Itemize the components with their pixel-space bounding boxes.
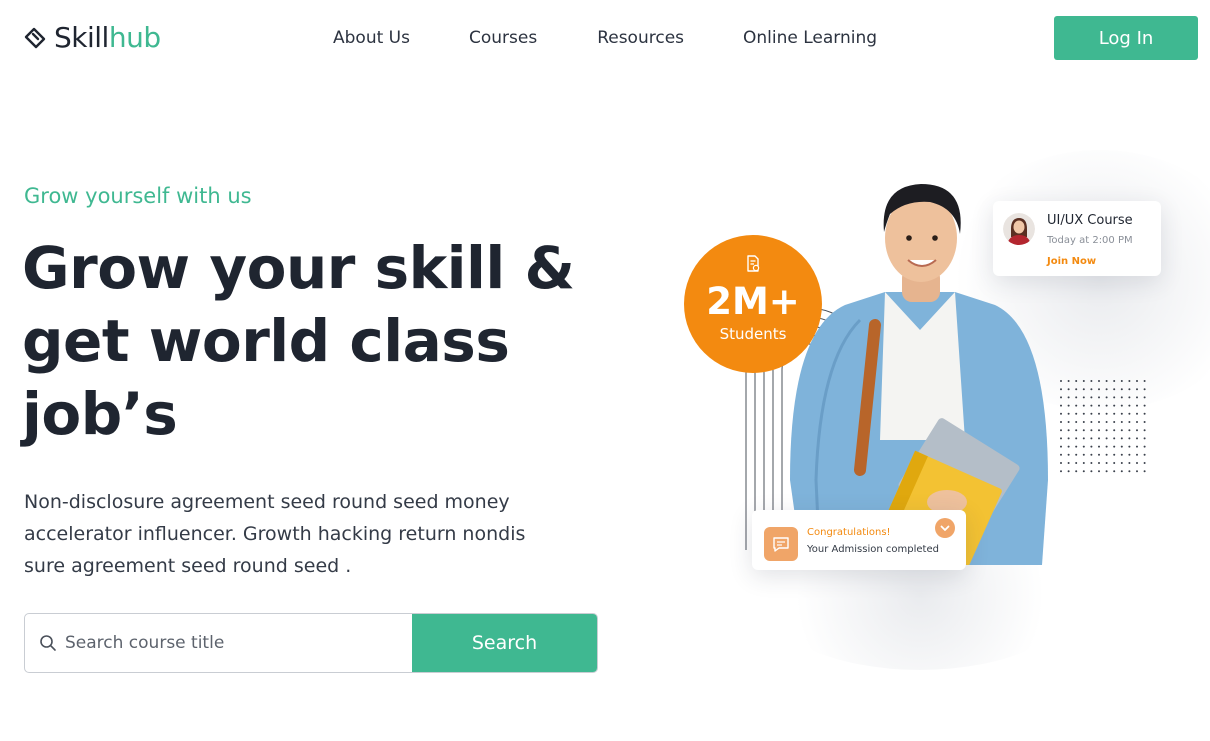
decorative-dot-grid (1060, 380, 1146, 473)
join-now-link[interactable]: Join Now (1047, 256, 1096, 267)
students-stat-badge: 2M+ Students (684, 235, 822, 373)
hero-headline-line3: job’s (22, 380, 178, 448)
skillhub-logo-icon (24, 27, 46, 49)
chevron-down-icon[interactable] (935, 518, 955, 538)
brand-name-part1: Skill (54, 21, 109, 54)
login-button[interactable]: Log In (1054, 16, 1198, 60)
chevron-down-glyph (940, 525, 950, 531)
students-label: Students (719, 325, 787, 343)
hero-headline-line2: get world class (22, 307, 510, 375)
brand-name-part2: hub (108, 21, 161, 54)
course-notification-card: UI/UX Course Today at 2:00 PM Join Now (993, 201, 1161, 276)
search-input[interactable] (65, 633, 395, 653)
search-icon (40, 635, 56, 651)
search-field-wrapper (25, 614, 412, 672)
hero-headline-line1: Grow your skill & (22, 234, 575, 302)
course-time: Today at 2:00 PM (1047, 235, 1133, 246)
nav-online-learning[interactable]: Online Learning (743, 26, 877, 50)
hero-headline: Grow your skill & get world class job’s (22, 232, 582, 451)
brand-name: Skillhub (54, 24, 161, 52)
hero-description: Non-disclosure agreement seed round seed… (24, 491, 526, 577)
brand-logo[interactable]: Skillhub (22, 20, 161, 56)
main-nav: About Us Courses Resources Online Learni… (333, 26, 936, 50)
admission-notification-card: Congratulations! Your Admission complete… (752, 510, 966, 570)
course-title: UI/UX Course (1047, 213, 1133, 228)
search-button[interactable]: Search (412, 614, 597, 672)
instructor-avatar (1003, 213, 1035, 245)
students-count: 2M+ (706, 280, 800, 323)
chat-icon (764, 527, 798, 561)
chat-icon-glyph (773, 537, 789, 552)
congrats-title: Congratulations! (807, 527, 891, 538)
hero-eyebrow: Grow yourself with us (24, 184, 252, 208)
course-search-bar: Search (24, 613, 598, 673)
certificate-icon (747, 255, 760, 272)
congrats-subtitle: Your Admission completed (807, 544, 939, 555)
nav-courses[interactable]: Courses (469, 26, 537, 50)
nav-about-us[interactable]: About Us (333, 26, 410, 50)
nav-resources[interactable]: Resources (597, 26, 684, 50)
